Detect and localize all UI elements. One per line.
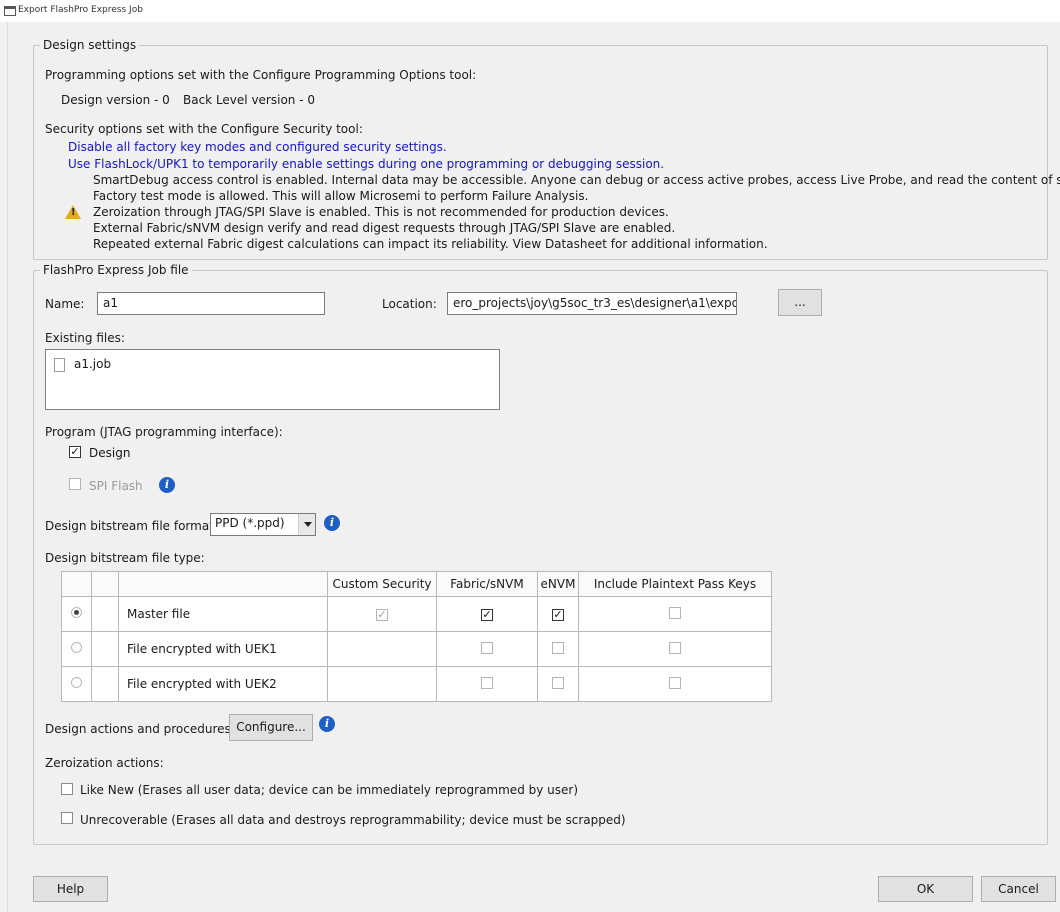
security-link-disable-factory-modes[interactable]: Disable all factory key modes and config… — [68, 140, 447, 154]
master-envm-checkbox[interactable]: ✓ — [552, 609, 564, 622]
uek2-envm-checkbox[interactable] — [552, 676, 564, 689]
master-file-radio[interactable] — [71, 607, 82, 619]
window-title: Export FlashPro Express Job — [18, 5, 143, 15]
table-row[interactable]: File encrypted with UEK2 — [61, 666, 772, 702]
security-note-zeroization: Zeroization through JTAG/SPI Slave is en… — [93, 205, 669, 219]
info-circle-icon[interactable]: i — [159, 477, 175, 493]
table-header-select — [61, 571, 92, 597]
program-spi-flash-checkbox[interactable] — [69, 478, 81, 490]
uek1-fabric-snvm-checkbox[interactable] — [481, 641, 493, 654]
program-spi-flash-label: SPI Flash — [89, 479, 143, 493]
configure-button[interactable]: Configure... — [229, 714, 313, 741]
master-fabric-snvm-checkbox[interactable]: ✓ — [481, 609, 493, 622]
chevron-down-icon[interactable] — [298, 514, 315, 535]
bitstream-format-label: Design bitstream file format: — [45, 519, 218, 533]
bitstream-format-select[interactable]: PPD (*.ppd) — [210, 513, 316, 536]
security-options-heading: Security options set with the Configure … — [45, 122, 363, 136]
custom-security-cell: ✓ — [327, 596, 437, 632]
location-label: Location: — [382, 297, 437, 311]
cancel-button[interactable]: Cancel — [981, 876, 1056, 902]
custom-security-cell — [327, 666, 437, 702]
existing-files-list[interactable]: a1.job — [45, 349, 500, 410]
row-blank-cell — [91, 596, 119, 632]
location-input[interactable]: ero_projects\joy\g5soc_tr3_es\designer\a… — [447, 292, 737, 315]
master-custom-security-checkbox[interactable]: ✓ — [376, 609, 388, 622]
table-header-fabric-snvm: Fabric/sNVM — [436, 571, 538, 597]
table-header-row: Custom Security Fabric/sNVM eNVM Include… — [61, 571, 772, 597]
table-header-custom-security: Custom Security — [327, 571, 437, 597]
back-level-version-text: Back Level version - 0 — [183, 93, 315, 107]
zeroization-like-new-checkbox[interactable] — [61, 783, 73, 795]
uek1-envm-checkbox[interactable] — [552, 641, 564, 654]
security-link-flashlock-upk1[interactable]: Use FlashLock/UPK1 to temporarily enable… — [68, 157, 664, 171]
help-button[interactable]: Help — [33, 876, 108, 902]
existing-file-item[interactable]: a1.job — [74, 357, 111, 371]
row-label: File encrypted with UEK2 — [118, 666, 328, 702]
security-note-external-verify: External Fabric/sNVM design verify and r… — [93, 221, 676, 235]
bitstream-type-table: Custom Security Fabric/sNVM eNVM Include… — [61, 571, 772, 702]
row-label: Master file — [118, 596, 328, 632]
uek1-plaintext-checkbox[interactable] — [669, 641, 681, 654]
row-radio-cell[interactable] — [61, 596, 92, 632]
info-circle-icon[interactable]: i — [319, 716, 335, 732]
table-row[interactable]: File encrypted with UEK1 — [61, 631, 772, 667]
program-heading: Program (JTAG programming interface): — [45, 425, 283, 439]
table-header-plaintext-pass-keys: Include Plaintext Pass Keys — [578, 571, 772, 597]
row-label: File encrypted with UEK1 — [118, 631, 328, 667]
window-app-icon — [4, 6, 16, 16]
uek2-plaintext-checkbox[interactable] — [669, 676, 681, 689]
zeroization-unrecoverable-checkbox[interactable] — [61, 812, 73, 824]
table-header-envm: eNVM — [537, 571, 579, 597]
existing-files-label: Existing files: — [45, 331, 125, 345]
plaintext-cell — [578, 596, 772, 632]
programming-options-heading: Programming options set with the Configu… — [45, 68, 477, 82]
fabric-snvm-cell: ✓ — [436, 596, 538, 632]
table-header-file — [118, 571, 328, 597]
design-settings-legend: Design settings — [43, 38, 137, 52]
uek2-radio[interactable] — [71, 677, 82, 689]
bitstream-type-label: Design bitstream file type: — [45, 551, 205, 565]
job-file-legend: FlashPro Express Job file — [43, 263, 189, 277]
envm-cell — [537, 666, 579, 702]
design-actions-label: Design actions and procedures: — [45, 722, 235, 736]
name-input[interactable]: a1 — [97, 292, 325, 315]
master-plaintext-checkbox[interactable] — [669, 606, 681, 619]
program-design-checkbox[interactable]: ✓ — [69, 446, 81, 458]
program-design-label: Design — [89, 446, 131, 460]
window-titlebar: Export FlashPro Express Job — [0, 0, 1060, 22]
name-label: Name: — [45, 297, 85, 311]
uek1-radio[interactable] — [71, 642, 82, 654]
security-note-digest-reliability: Repeated external Fabric digest calculat… — [93, 237, 768, 251]
plaintext-cell — [578, 666, 772, 702]
row-blank-cell — [91, 666, 119, 702]
browse-location-button[interactable]: ... — [778, 289, 822, 316]
zeroization-like-new-label: Like New (Erases all user data; device c… — [80, 783, 579, 797]
table-header-blank — [91, 571, 119, 597]
warning-triangle-icon — [65, 205, 81, 219]
uek2-fabric-snvm-checkbox[interactable] — [481, 676, 493, 689]
security-note-smartdebug: SmartDebug access control is enabled. In… — [93, 173, 1060, 187]
security-note-factory-test: Factory test mode is allowed. This will … — [93, 189, 589, 203]
fabric-snvm-cell — [436, 666, 538, 702]
table-row[interactable]: Master file ✓ ✓ ✓ — [61, 596, 772, 632]
envm-cell — [537, 631, 579, 667]
envm-cell: ✓ — [537, 596, 579, 632]
left-edge-line — [7, 22, 8, 912]
fabric-snvm-cell — [436, 631, 538, 667]
ok-button[interactable]: OK — [878, 876, 973, 902]
zeroization-unrecoverable-label: Unrecoverable (Erases all data and destr… — [80, 813, 626, 827]
info-circle-icon[interactable]: i — [324, 515, 340, 531]
row-radio-cell[interactable] — [61, 631, 92, 667]
plaintext-cell — [578, 631, 772, 667]
bitstream-format-value: PPD (*.ppd) — [215, 516, 285, 530]
zeroization-heading: Zeroization actions: — [45, 756, 164, 770]
document-file-icon — [54, 358, 65, 372]
custom-security-cell — [327, 631, 437, 667]
row-radio-cell[interactable] — [61, 666, 92, 702]
design-version-text: Design version - 0 — [61, 93, 170, 107]
row-blank-cell — [91, 631, 119, 667]
